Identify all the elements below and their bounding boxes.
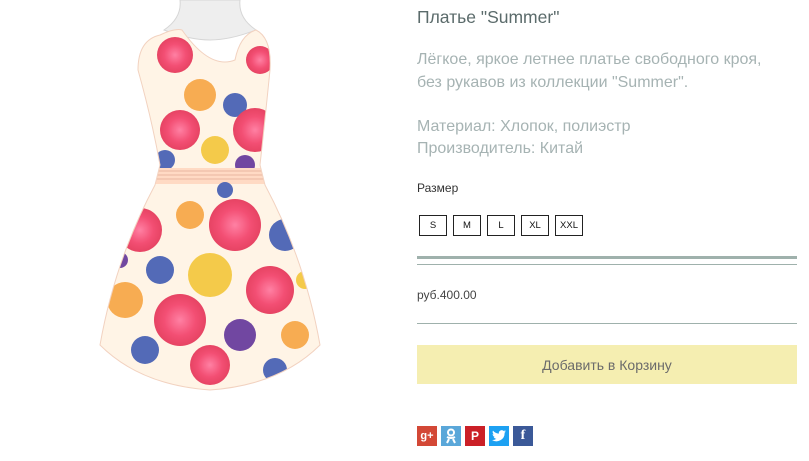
size-option-l[interactable]: L <box>487 215 515 236</box>
size-option-m[interactable]: M <box>453 215 481 236</box>
description-line: Лёгкое, яркое летнее платье свободного к… <box>417 51 762 68</box>
product-specs: Материал: Хлопок, полиэстр Производитель… <box>417 116 630 160</box>
size-options: S M L XL XXL <box>419 215 583 236</box>
odnoklassniki-glyph <box>446 428 456 444</box>
facebook-icon[interactable]: f <box>513 426 533 446</box>
divider <box>417 323 797 324</box>
add-to-cart-button[interactable]: Добавить в Корзину <box>417 345 797 384</box>
product-description: Лёгкое, яркое летнее платье свободного к… <box>417 49 801 94</box>
spec-material: Материал: Хлопок, полиэстр <box>417 118 631 135</box>
product-image <box>99 0 321 391</box>
divider <box>417 256 797 259</box>
odnoklassniki-icon[interactable] <box>441 426 461 446</box>
twitter-bird-glyph <box>492 430 506 442</box>
size-option-xl[interactable]: XL <box>521 215 549 236</box>
product-title: Платье "Summer" <box>417 7 560 27</box>
divider <box>417 264 797 265</box>
twitter-icon[interactable] <box>489 426 509 446</box>
size-option-xxl[interactable]: XXL <box>555 215 583 236</box>
size-option-s[interactable]: S <box>419 215 447 236</box>
product-page: Платье "Summer" Лёгкое, яркое летнее пла… <box>0 0 809 461</box>
product-price: руб.400.00 <box>417 288 477 302</box>
pinterest-icon[interactable]: P <box>465 426 485 446</box>
spec-manufacturer: Производитель: Китай <box>417 140 584 157</box>
social-share-bar: g+ P f <box>417 426 533 446</box>
size-label: Размер <box>417 181 459 195</box>
google-plus-icon[interactable]: g+ <box>417 426 437 446</box>
description-line: без рукавов из коллекции "Summer". <box>417 73 689 91</box>
